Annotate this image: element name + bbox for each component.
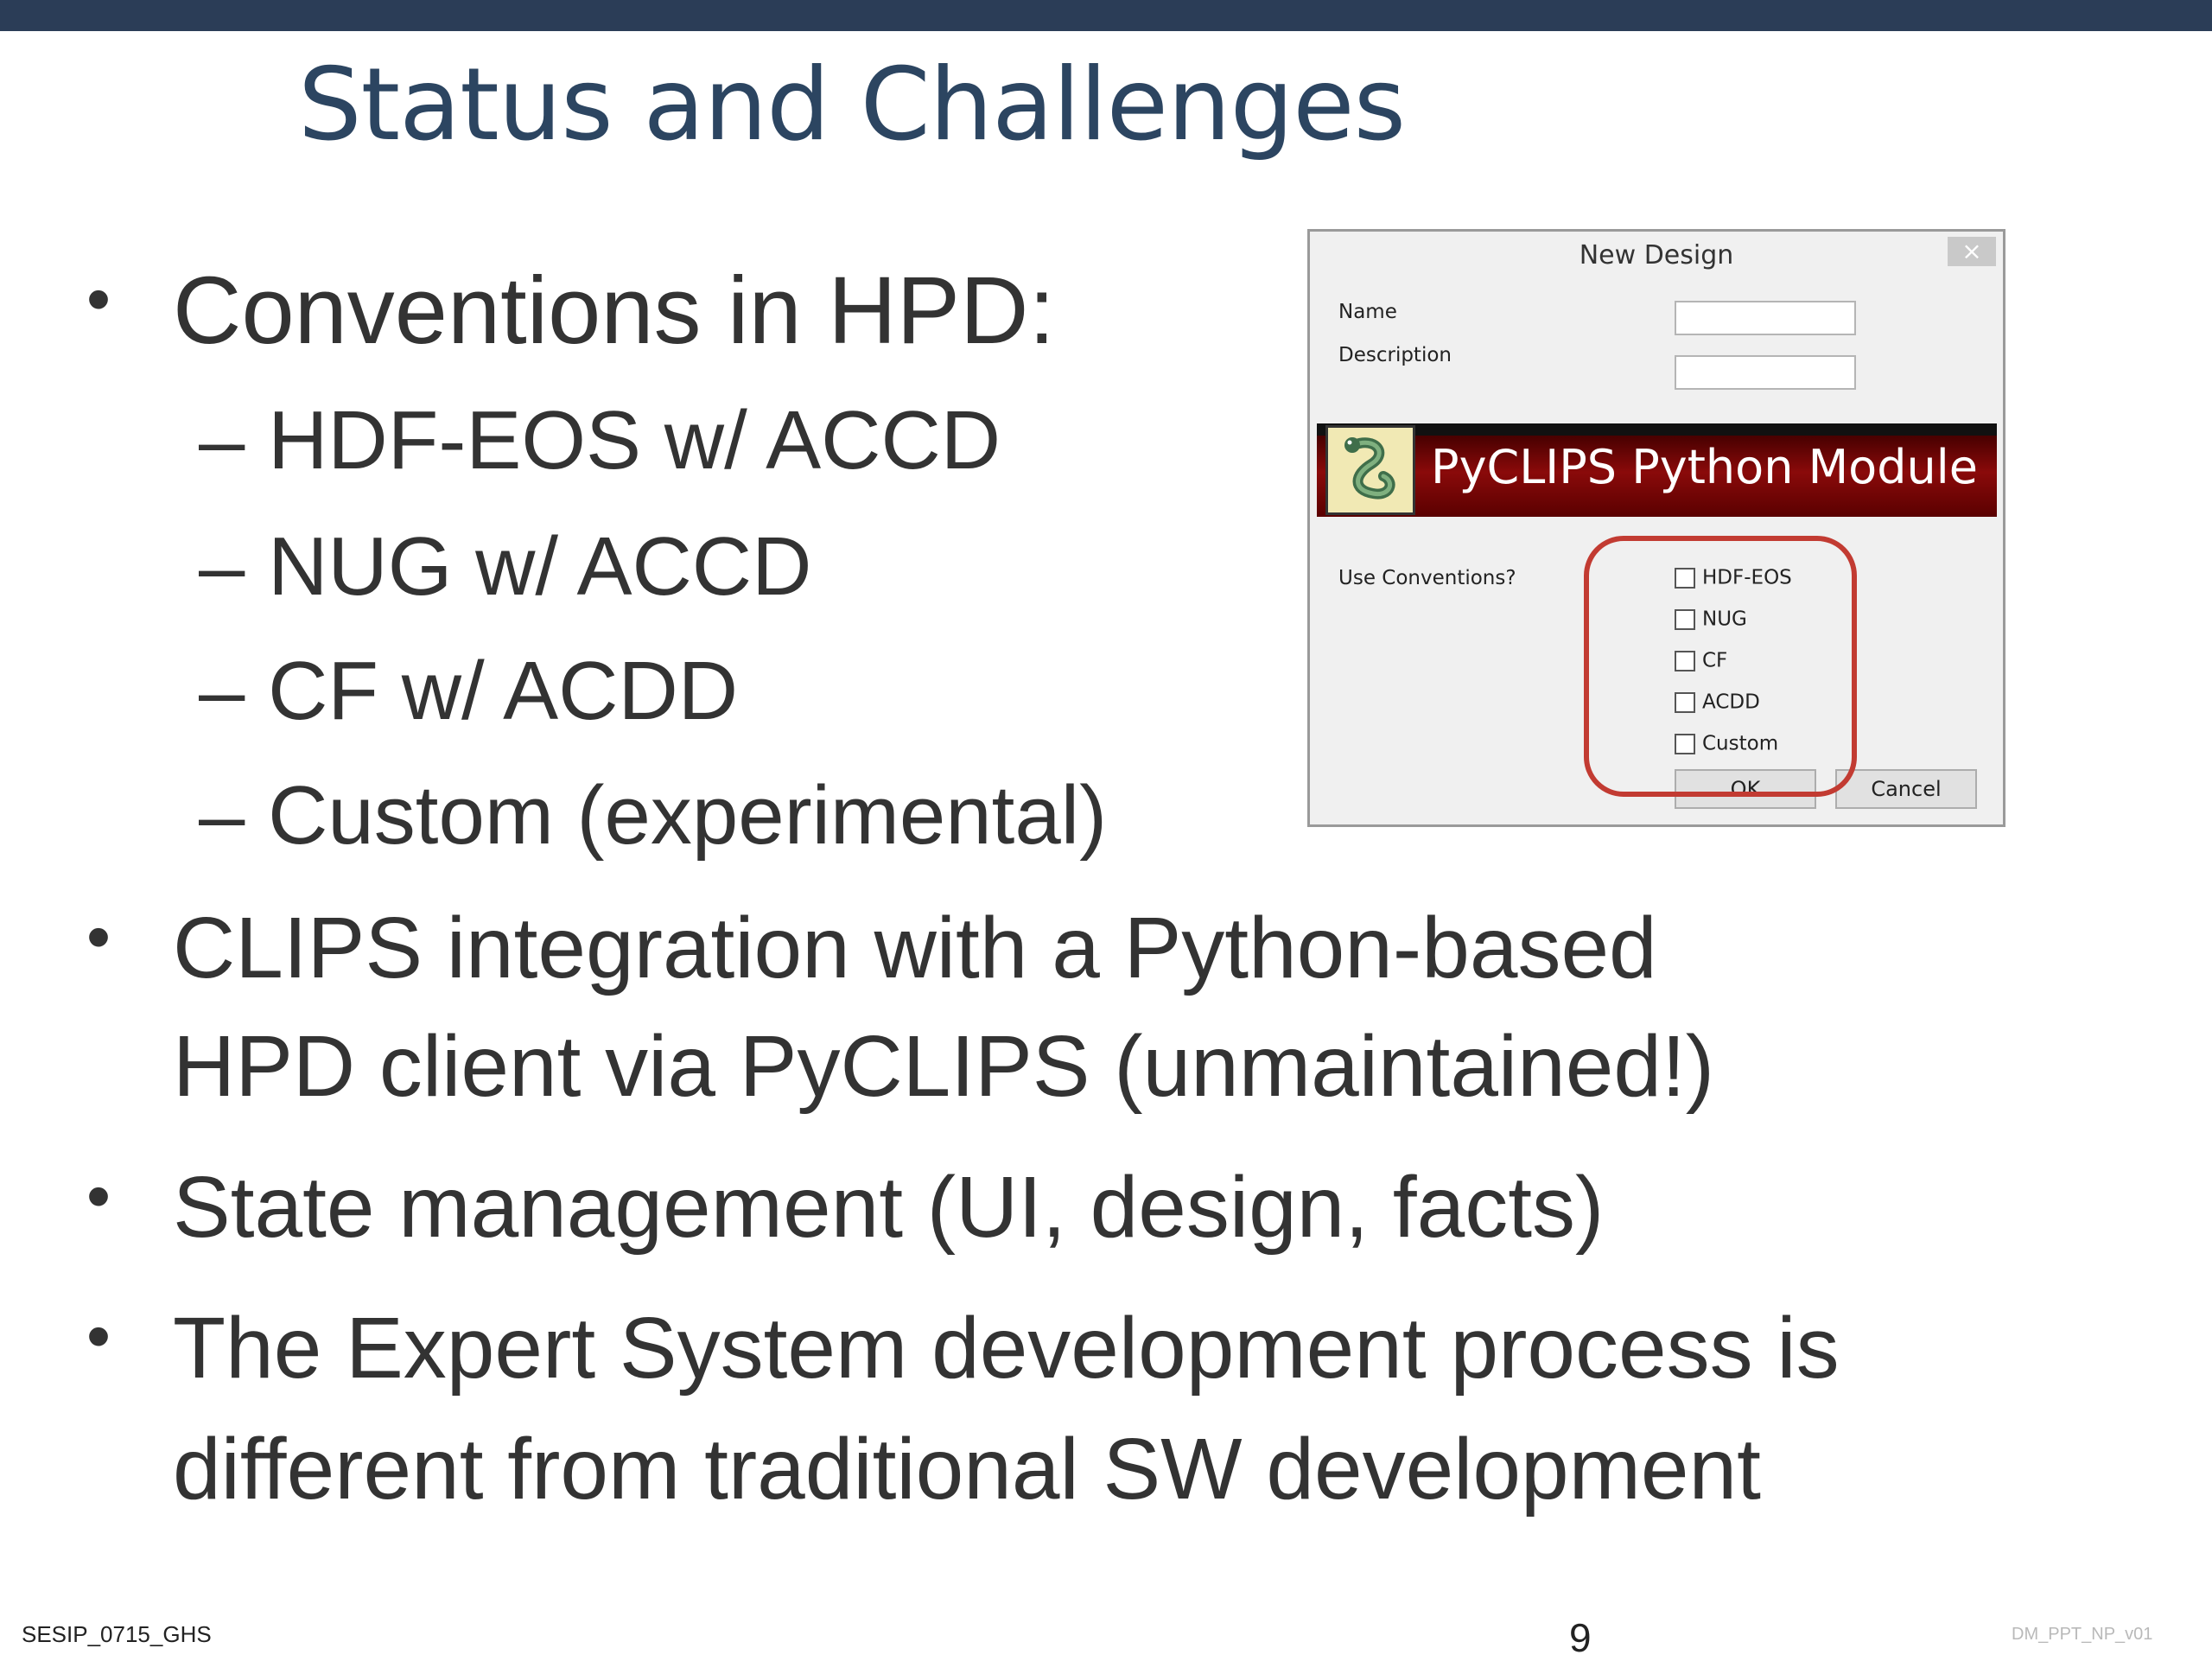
use-conventions-label: Use Conventions? [1338, 567, 1516, 589]
bullet-conventions: Conventions in HPD: [173, 258, 1056, 364]
sub-bullet-hdf-eos: – HDF-EOS w/ ACCD [199, 394, 1001, 487]
bullet-clips-line-1: CLIPS integration with a Python-based [173, 900, 1657, 996]
dialog-title: New Design [1579, 240, 1734, 270]
sub-bullet-custom: – Custom (experimental) [199, 769, 1108, 862]
bullet-dot: • [86, 898, 111, 975]
page-number: 9 [1569, 1615, 1592, 1660]
bullet-dot: • [86, 1157, 111, 1234]
bullet-state-management: State management (UI, design, facts) [173, 1159, 1605, 1256]
description-field[interactable] [1675, 355, 1856, 390]
bullet-expert-system-line-1: The Expert System development process is [173, 1300, 1840, 1397]
footer-template-id: DM_PPT_NP_v01 [2012, 1625, 2153, 1644]
slide-title: Status and Challenges [298, 47, 1406, 163]
description-label: Description [1338, 344, 1452, 366]
bullet-dot: • [86, 260, 111, 337]
bullet-dot: • [86, 1297, 111, 1374]
sub-bullet-cf: – CF w/ ACDD [199, 645, 739, 737]
bullet-expert-system-line-2: different from traditional SW developmen… [173, 1421, 1761, 1518]
cancel-button[interactable]: Cancel [1835, 769, 1977, 809]
bullet-clips-line-2: HPD client via PyCLIPS (unmaintained!) [173, 1018, 1715, 1115]
banner-title: PyCLIPS Python Module [1431, 440, 1978, 494]
conventions-highlight-ring [1584, 536, 1857, 797]
name-label: Name [1338, 301, 1397, 323]
name-field[interactable] [1675, 301, 1856, 335]
top-bar [0, 0, 2212, 31]
close-icon[interactable]: × [1948, 237, 1996, 266]
sub-bullet-nug: – NUG w/ ACCD [199, 520, 812, 613]
snake-logo-icon [1325, 425, 1415, 515]
footer-presentation-id: SESIP_0715_GHS [22, 1621, 212, 1647]
